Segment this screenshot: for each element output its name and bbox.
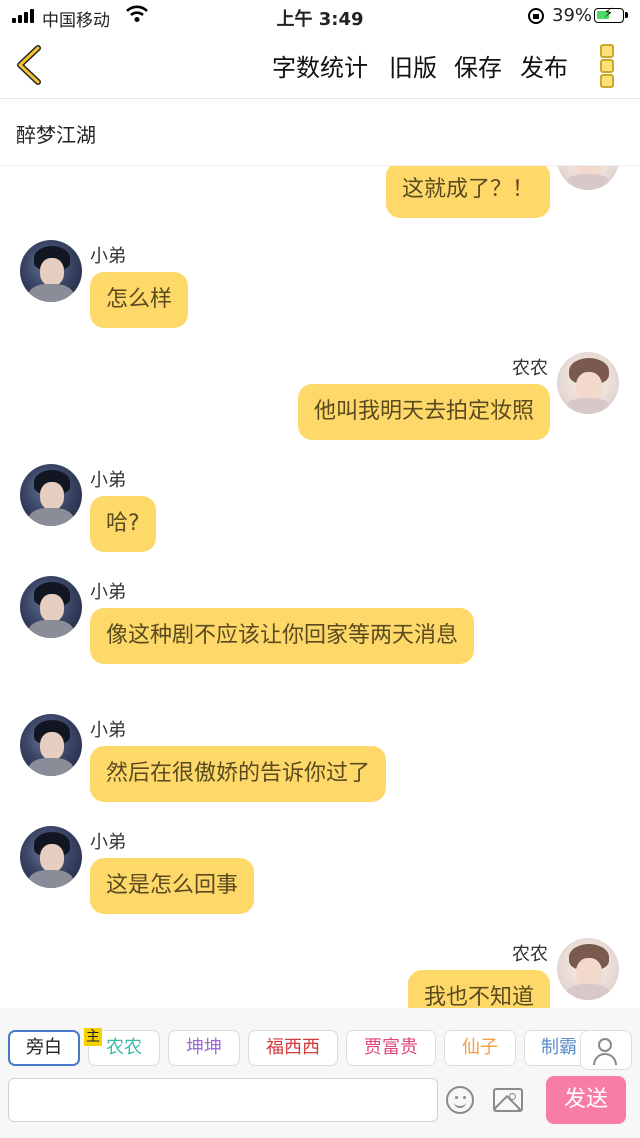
sender-name: 小弟 [90,720,126,741]
avatar-nongnong[interactable] [557,938,619,1000]
document-title[interactable]: 醉梦江湖 [16,119,96,148]
word-count-button[interactable]: 字数统计 [272,48,368,83]
composer-bar: 发送 [0,1072,640,1138]
avatar-xiaodi[interactable] [20,464,82,526]
role-label: 旁白 [26,1037,62,1058]
role-chip-jiafugui[interactable]: 贾富贵 [346,1030,436,1066]
document-title-bar: 醉梦江湖 [0,99,640,166]
message-bubble[interactable]: 怎么样 [90,272,189,328]
message-input[interactable] [8,1078,438,1122]
avatar-xiaodi[interactable] [20,714,82,776]
role-chip-narrator[interactable]: 旁白 [8,1030,80,1066]
role-chip-xianzi[interactable]: 仙子 [444,1030,516,1066]
role-selector-bar: 旁白 农农 主 坤坤 福西西 贾富贵 仙子 制霸 [0,1008,640,1072]
chevron-left-icon[interactable] [10,42,50,88]
avatar-xiaodi[interactable] [20,240,82,302]
avatar-nongnong[interactable] [557,166,619,190]
message-bubble[interactable]: 我也不知道 [407,970,550,1008]
message-bubble[interactable]: 这是怎么回事 [90,858,255,914]
emoji-icon[interactable] [446,1086,474,1114]
publish-button[interactable]: 发布 [520,48,568,83]
sender-name: 小弟 [90,470,126,491]
status-bar: 中国移动 上午 3:49 39% ⚡ [0,0,640,34]
send-button[interactable]: 发送 [546,1076,626,1124]
role-chip-fuxixi[interactable]: 福西西 [248,1030,338,1066]
role-label: 制霸 [541,1037,577,1058]
orientation-lock-icon [528,8,544,24]
message-bubble[interactable]: 哈? [90,496,156,552]
sender-name: 小弟 [90,832,126,853]
message-bubble[interactable]: 然后在很傲娇的告诉你过了 [90,746,387,802]
role-label: 坤坤 [186,1037,222,1058]
sender-name: 小弟 [90,246,126,267]
main-role-badge: 主 [84,1028,102,1046]
role-chip-kunkun[interactable]: 坤坤 [168,1030,240,1066]
sender-name: 农农 [512,358,548,379]
sender-name: 农农 [512,944,548,965]
avatar-xiaodi[interactable] [20,826,82,888]
old-version-button[interactable]: 旧版 [389,48,437,83]
avatar-nongnong[interactable] [557,352,619,414]
role-label: 仙子 [462,1037,498,1058]
avatar-xiaodi[interactable] [20,576,82,638]
image-icon[interactable] [493,1088,523,1112]
vertical-dots-icon[interactable] [600,44,616,88]
message-bubble[interactable]: 这就成了？！ [385,166,550,218]
role-label: 贾富贵 [364,1037,418,1058]
battery-charging-icon: ⚡ [594,6,628,23]
person-icon[interactable] [580,1030,632,1070]
role-label: 福西西 [266,1037,320,1058]
message-bubble[interactable]: 像这种剧不应该让你回家等两天消息 [90,608,474,664]
save-button[interactable]: 保存 [454,48,502,83]
chat-area[interactable]: 这就成了？！ 小弟 怎么样 农农 他叫我明天去拍定妆照 小弟 哈? 小弟 像这种… [0,166,640,1008]
role-label: 农农 [106,1037,142,1058]
message-bubble[interactable]: 他叫我明天去拍定妆照 [297,384,550,440]
sender-name: 小弟 [90,582,126,603]
editor-header: 字数统计 旧版 保存 发布 [0,34,640,99]
battery-percent: 39% [552,5,593,26]
